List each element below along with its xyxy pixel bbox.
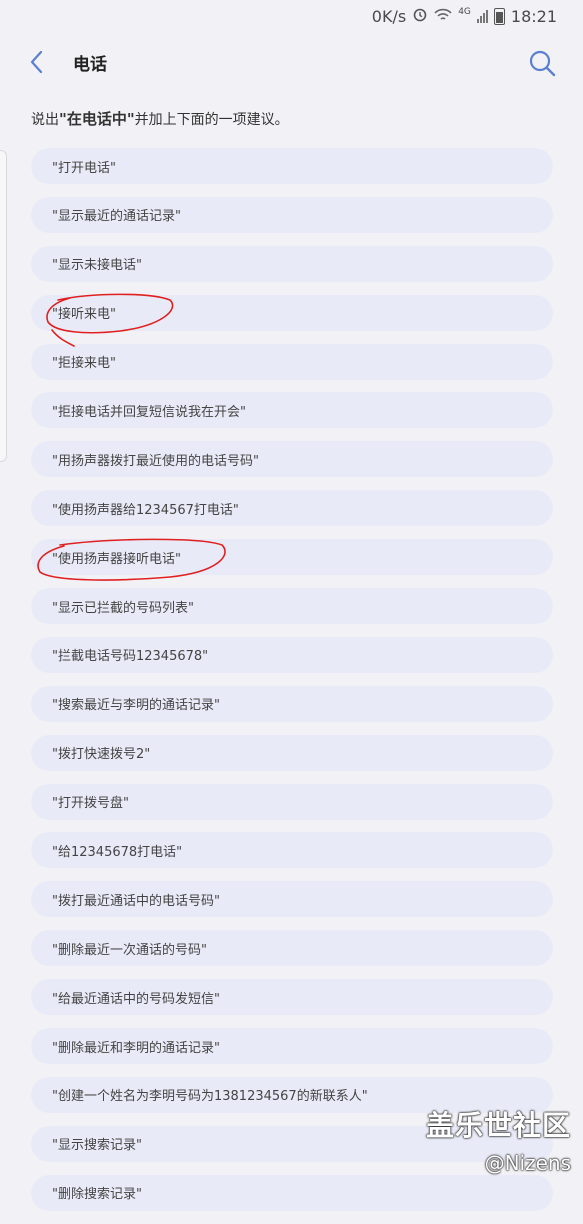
battery-icon [493, 7, 505, 25]
instruction-suffix: 并加上下面的一项建议。 [134, 112, 289, 128]
search-icon [529, 50, 556, 77]
suggestion-item[interactable]: "拦截电话号码12345678" [31, 636, 553, 673]
app-header: 电话 [0, 32, 583, 92]
suggestion-item[interactable]: "打开拨号盘" [31, 783, 553, 820]
network-speed: 0K/s [371, 6, 407, 26]
suggestion-item[interactable]: "打开电话" [31, 148, 553, 184]
instruction-text: 说出"在电话中"并加上下面的一项建议。 [31, 108, 289, 129]
suggestion-item[interactable]: "用扬声器拨打最近使用的电话号码" [31, 441, 553, 478]
clock: 18:21 [510, 6, 557, 26]
suggestion-item[interactable]: "给12345678打电话" [31, 832, 553, 869]
search-button[interactable] [527, 48, 557, 78]
suggestion-item[interactable]: "接听来电" [31, 294, 553, 331]
suggestion-item[interactable]: "显示最近的通话记录" [31, 196, 553, 233]
chevron-left-icon [30, 50, 43, 74]
instruction-prefix: 说出 [31, 112, 59, 128]
suggestion-item[interactable]: "显示已拦截的号码列表" [31, 588, 553, 625]
page-title: 电话 [73, 55, 107, 75]
suggestion-item[interactable]: "删除最近一次通话的号码" [31, 930, 553, 967]
suggestion-item[interactable]: "拒接电话并回复短信说我在开会" [31, 392, 553, 429]
suggestion-list: "打开电话" "显示最近的通话记录" "显示未接电话" "接听来电" "拒接来电… [31, 148, 553, 1224]
network-type-label: 4G [458, 7, 471, 17]
back-button[interactable] [22, 48, 50, 76]
suggestion-item[interactable]: "拒接来电" [31, 343, 553, 380]
suggestion-item[interactable]: "给最近通话中的号码发短信" [31, 979, 553, 1016]
signal-icon [476, 9, 488, 23]
suggestion-item[interactable]: "删除搜索记录" [31, 1174, 553, 1211]
suggestion-item[interactable]: "拨打快速拨号2" [31, 734, 553, 771]
suggestion-item[interactable]: "拨打最近通话中的电话号码" [31, 881, 553, 918]
suggestion-item[interactable]: "删除最近和李明的通话记录" [31, 1028, 553, 1065]
instruction-keyword: "在电话中" [59, 110, 135, 128]
watermark-community: 盖乐世社区 [425, 1109, 571, 1142]
wifi-icon [434, 7, 452, 26]
edge-panel-handle[interactable] [0, 150, 7, 462]
suggestion-item[interactable]: "使用扬声器接听电话" [31, 539, 553, 576]
watermark-username: @Nizens [484, 1151, 571, 1175]
status-bar: 0K/s 4G 18:21 [0, 0, 583, 32]
suggestion-item[interactable]: "使用扬声器给1234567打电话" [31, 490, 553, 527]
suggestion-item[interactable]: "搜索最近与李明的通话记录" [31, 685, 553, 722]
suggestion-item[interactable]: "显示未接电话" [31, 245, 553, 282]
alarm-icon [412, 6, 428, 26]
